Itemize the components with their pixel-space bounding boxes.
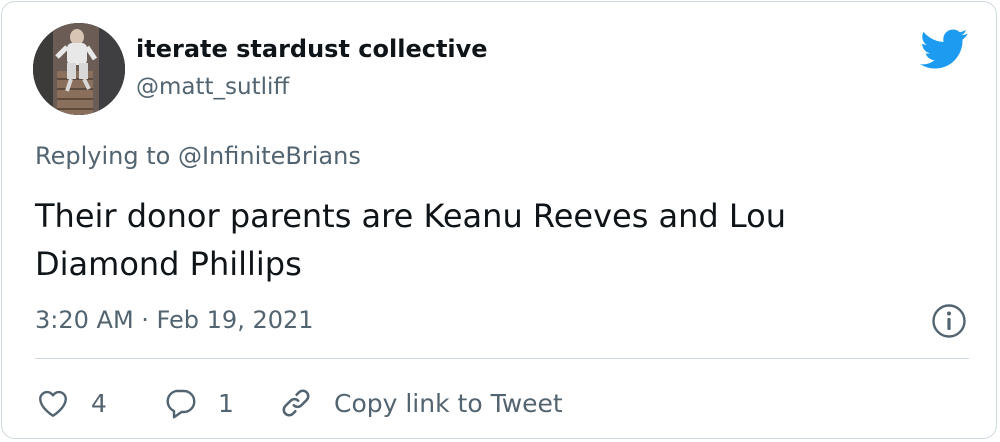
tweet-card: iterate stardust collective @matt_sutlif… — [1, 1, 997, 439]
info-icon[interactable] — [931, 303, 967, 339]
reply-count: 1 — [218, 388, 234, 418]
author-handle[interactable]: @matt_sutliff — [136, 74, 289, 100]
reply-button[interactable]: 1 — [162, 382, 234, 424]
avatar[interactable] — [33, 23, 125, 115]
reply-bubble-icon — [166, 389, 196, 419]
copy-link-label: Copy link to Tweet — [334, 388, 563, 418]
like-button[interactable]: 4 — [35, 382, 107, 424]
replying-to: Replying to @InfiniteBrians — [35, 142, 361, 170]
replying-prefix: Replying to — [35, 142, 171, 170]
like-count: 4 — [91, 388, 107, 418]
tweet-text: Their donor parents are Keanu Reeves and… — [35, 197, 787, 283]
author-name[interactable]: iterate stardust collective — [136, 35, 488, 63]
avatar-image — [33, 23, 125, 115]
heart-icon — [39, 390, 67, 417]
twitter-bird-icon[interactable] — [920, 29, 968, 69]
divider — [35, 358, 969, 359]
reply-mention-link[interactable]: @InfiniteBrians — [178, 142, 361, 170]
tweet-timestamp[interactable]: 3:20 AM · Feb 19, 2021 — [35, 306, 314, 334]
copy-link-button[interactable]: Copy link to Tweet — [278, 382, 563, 424]
link-icon — [282, 389, 310, 417]
